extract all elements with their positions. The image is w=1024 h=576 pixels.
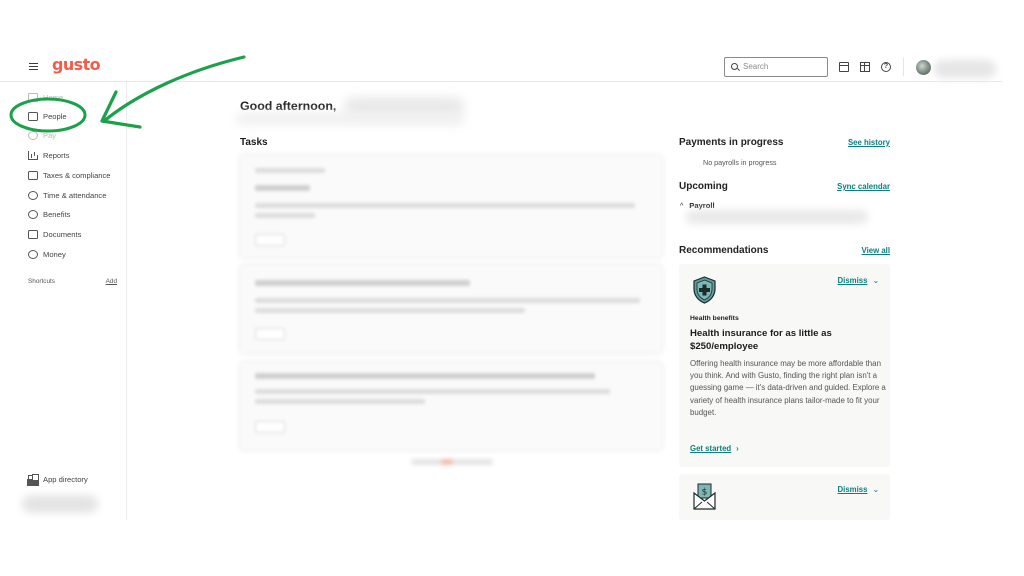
no-payrolls-text: No payrolls in progress (703, 158, 777, 167)
help-icon[interactable]: ? (881, 62, 891, 72)
dollar-icon (28, 249, 38, 259)
add-shortcut-link[interactable]: Add (106, 278, 117, 285)
recommendation-title: Health insurance for as little as $250/e… (690, 328, 832, 352)
task-card-title (255, 185, 310, 191)
payroll-label: Payroll (689, 201, 715, 210)
task-card-title (255, 373, 595, 379)
search-input[interactable]: Search (724, 57, 828, 77)
recommendation-card: $ Dismiss ⌄ (679, 474, 890, 520)
sidebar-item-label: People (43, 111, 67, 121)
search-placeholder: Search (743, 62, 769, 71)
pay-icon (28, 130, 38, 140)
sidebar-item-home[interactable]: Home (28, 90, 63, 104)
task-card-button[interactable] (255, 421, 285, 433)
clock-icon (28, 190, 38, 200)
shortcuts-label: Shortcuts (28, 278, 55, 285)
app-directory-link[interactable]: App directory (28, 472, 88, 486)
sidebar-item-label: Documents (43, 229, 82, 239)
sidebar-item-people[interactable]: People (28, 109, 67, 123)
document-icon (28, 229, 38, 239)
recommendation-body: Offering health insurance may be more af… (690, 359, 886, 417)
sync-calendar-link[interactable]: Sync calendar (837, 182, 890, 191)
task-card-title (255, 280, 470, 286)
heart-icon (28, 209, 38, 219)
task-card-text (255, 308, 525, 313)
dismiss-button[interactable]: Dismiss ⌄ (838, 485, 879, 494)
payroll-toggle[interactable]: ^ Payroll (680, 201, 715, 210)
sidebar-item-money[interactable]: Money (28, 247, 66, 261)
recommendations-heading: Recommendations (679, 245, 769, 256)
dismiss-label: Dismiss (837, 276, 868, 285)
sidebar-item-label: Benefits (43, 209, 71, 219)
sidebar-item-label: Reports (43, 150, 70, 160)
tasks-heading: Tasks (240, 137, 268, 148)
money-envelope-icon: $ (693, 483, 716, 510)
home-icon (28, 92, 38, 102)
bank-icon (28, 170, 38, 180)
redacted-tasks-footer-link[interactable] (411, 459, 493, 465)
redacted-payroll-details (686, 210, 868, 224)
app-directory-label: App directory (43, 474, 88, 484)
redacted-user-name[interactable] (22, 495, 98, 513)
task-card-text (255, 399, 425, 404)
dismiss-button[interactable]: Dismiss ⌄ (838, 276, 879, 285)
task-card[interactable] (240, 265, 662, 353)
header-divider (903, 58, 904, 76)
sidebar-item-label: Taxes & compliance (43, 170, 111, 180)
greeting-heading: Good afternoon, (240, 99, 337, 113)
chevron-right-icon: › (736, 444, 739, 453)
upcoming-heading: Upcoming (679, 181, 728, 192)
sidebar-item-label: Home (43, 92, 64, 102)
chevron-down-icon: ⌄ (872, 276, 879, 285)
svg-text:$: $ (702, 488, 708, 498)
see-history-link[interactable]: See history (848, 138, 890, 147)
sidebar-item-taxes[interactable]: Taxes & compliance (28, 168, 111, 182)
task-card-text (255, 203, 635, 208)
sidebar-item-reports[interactable]: Reports (28, 148, 70, 162)
task-card-text (255, 298, 640, 303)
sidebar-item-label: Time & attendance (43, 190, 107, 200)
chevron-down-icon: ⌄ (872, 485, 879, 494)
task-card-kicker (255, 168, 325, 173)
dismiss-label: Dismiss (837, 485, 868, 494)
gusto-logo[interactable]: gusto (52, 55, 101, 74)
task-card[interactable] (240, 362, 662, 450)
sidebar-item-label: Money (43, 249, 66, 259)
sidebar-item-documents[interactable]: Documents (28, 227, 81, 241)
top-bar: gusto Search ? (0, 52, 1002, 82)
recommendation-card: Dismiss ⌄ Health benefits Health insuranc… (679, 264, 890, 467)
task-card-text (255, 389, 610, 394)
search-icon (731, 63, 738, 70)
calendar-icon[interactable] (839, 62, 849, 72)
company-avatar[interactable] (916, 60, 931, 75)
sidebar-item-pay[interactable]: Pay (28, 128, 56, 142)
task-card[interactable] (240, 155, 662, 258)
recommendation-kicker: Health benefits (690, 315, 739, 322)
reports-icon (28, 150, 38, 160)
sidebar-item-label: Pay (43, 130, 57, 140)
chevron-up-icon: ^ (680, 203, 684, 210)
shortcuts-section: Shortcuts Add (28, 278, 117, 285)
get-started-label: Get started (690, 444, 732, 453)
sidebar-item-time[interactable]: Time & attendance (28, 188, 106, 202)
view-all-link[interactable]: View all (862, 246, 890, 255)
gift-icon[interactable] (860, 62, 870, 72)
health-shield-icon (693, 276, 716, 304)
get-started-link[interactable]: Get started › (690, 444, 739, 453)
people-icon (28, 111, 38, 121)
app-grid-icon (28, 474, 38, 484)
task-card-button[interactable] (255, 328, 285, 340)
redacted-account-name[interactable] (934, 60, 996, 78)
sidebar: Home People Pay Reports Taxes & complian… (0, 82, 127, 520)
task-card-button[interactable] (255, 234, 285, 246)
menu-icon[interactable] (29, 63, 38, 70)
redacted-greeting-subtitle (236, 113, 464, 125)
payments-heading: Payments in progress (679, 137, 784, 148)
sidebar-item-benefits[interactable]: Benefits (28, 207, 70, 221)
task-card-text (255, 213, 315, 218)
